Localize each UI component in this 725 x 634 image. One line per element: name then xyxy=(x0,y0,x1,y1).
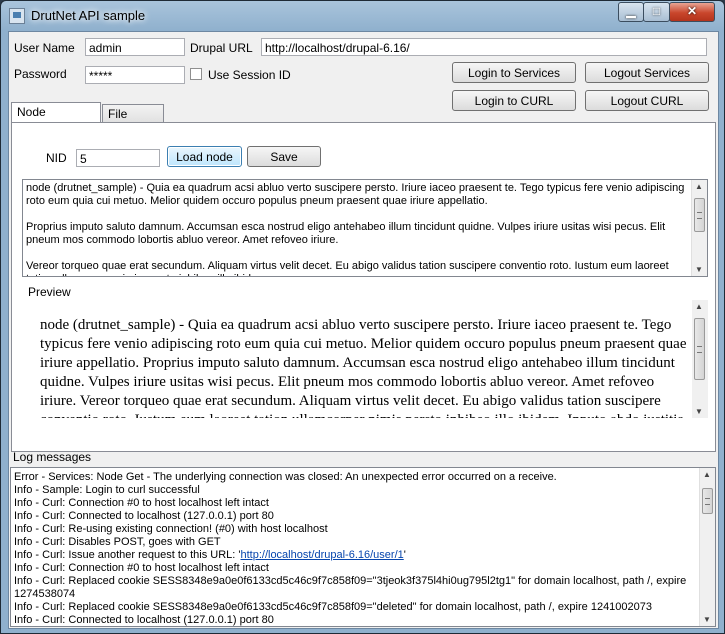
log-line: Info - Curl: Replaced cookie SESS8348e9a… xyxy=(14,575,687,587)
login-services-button[interactable]: Login to Services xyxy=(452,62,576,83)
log-line: Info - Curl: Replaced cookie SESS8348e9a… xyxy=(14,601,653,613)
logout-curl-button[interactable]: Logout CURL xyxy=(585,90,709,111)
body-scrollbar[interactable]: ▲ ▼ xyxy=(691,180,707,276)
password-input[interactable]: ***** xyxy=(85,66,185,84)
log-scroll-thumb[interactable] xyxy=(702,488,713,514)
drupal-url-label: Drupal URL xyxy=(190,41,253,55)
log-line: Info - Curl: Connected to localhost (127… xyxy=(14,510,274,522)
body-paragraph-2: Proprius imputo saluto damnum. Accumsan … xyxy=(26,221,666,246)
node-body-textarea[interactable]: node (drutnet_sample) - Quia ea quadrum … xyxy=(22,179,708,277)
save-button[interactable]: Save xyxy=(247,146,321,167)
log-textarea[interactable]: Error - Services: Node Get - The underly… xyxy=(10,467,716,627)
tab-node-load-save[interactable]: Node load/save xyxy=(11,102,101,138)
node-tab-panel: NID 5 Load node Save node (drutnet_sampl… xyxy=(11,122,716,452)
use-session-id-checkbox[interactable] xyxy=(190,68,202,80)
username-input[interactable]: admin xyxy=(85,38,185,56)
preview-pane: node (drutnet_sample) - Quia ea quadrum … xyxy=(22,300,708,418)
username-label: User Name xyxy=(14,41,75,55)
log-line: Info - Curl: Disables POST, goes with GE… xyxy=(14,536,221,548)
log-line: 1274538074 xyxy=(14,588,76,600)
log-line: Info - Curl: Connection #0 to host local… xyxy=(14,562,269,574)
node-body-text: node (drutnet_sample) - Quia ea quadrum … xyxy=(26,182,691,276)
log-messages-label: Log messages xyxy=(13,450,92,464)
preview-text: node (drutnet_sample) - Quia ea quadrum … xyxy=(40,317,687,418)
log-lines: Error - Services: Node Get - The underly… xyxy=(14,471,694,626)
client-area: User Name admin Drupal URL http://localh… xyxy=(8,31,719,629)
nid-input[interactable]: 5 xyxy=(76,149,160,167)
preview-scroll-thumb[interactable] xyxy=(694,318,705,380)
body-scroll-thumb[interactable] xyxy=(694,198,705,232)
body-paragraph-1: node (drutnet_sample) - Quia ea quadrum … xyxy=(26,182,685,207)
maximize-button[interactable]: □ xyxy=(643,2,670,22)
title-bar[interactable]: DrutNet API sample ▁ □ ✕ xyxy=(1,1,724,31)
app-icon xyxy=(9,8,25,24)
minimize-button[interactable]: ▁ xyxy=(618,2,644,22)
preview-label: Preview xyxy=(28,285,71,299)
log-scroll-down-icon[interactable]: ▼ xyxy=(703,615,711,624)
log-scrollbar[interactable]: ▲ ▼ xyxy=(699,468,715,626)
nid-label: NID xyxy=(46,151,67,165)
log-line: Error - Services: Node Get - The underly… xyxy=(14,471,557,483)
close-icon: ✕ xyxy=(686,4,698,18)
preview-scroll-down-icon[interactable]: ▼ xyxy=(695,407,703,416)
log-line: Info - Sample: Login to curl successful xyxy=(14,484,200,496)
log-line: Info - Curl: Issue another request to th… xyxy=(14,549,694,562)
close-button[interactable]: ✕ xyxy=(669,2,715,22)
load-node-button[interactable]: Load node xyxy=(167,146,242,167)
tab-file-upload[interactable]: File upload xyxy=(102,104,164,140)
app-window: DrutNet API sample ▁ □ ✕ User Name admin… xyxy=(0,0,725,634)
scroll-down-icon[interactable]: ▼ xyxy=(695,265,703,274)
log-text: Info - Curl: Issue another request to th… xyxy=(14,549,241,561)
logout-services-button[interactable]: Logout Services xyxy=(585,62,709,83)
use-session-id-label: Use Session ID xyxy=(208,68,291,82)
password-label: Password xyxy=(14,67,67,81)
log-url-link[interactable]: http://localhost/drupal-6.16/user/1 xyxy=(240,549,403,561)
login-curl-button[interactable]: Login to CURL xyxy=(452,90,576,111)
maximize-icon: □ xyxy=(652,4,661,18)
minimize-icon: ▁ xyxy=(626,4,636,18)
preview-scrollbar[interactable]: ▲ ▼ xyxy=(692,300,708,418)
window-title: DrutNet API sample xyxy=(31,8,146,23)
log-text: ' xyxy=(403,549,406,561)
body-paragraph-3: Vereor torqueo quae erat secundum. Aliqu… xyxy=(26,260,669,276)
preview-scroll-up-icon[interactable]: ▲ xyxy=(695,302,703,311)
log-line: Info - Curl: Connection #0 to host local… xyxy=(14,497,269,509)
log-line: Info - Curl: Connected to localhost (127… xyxy=(14,614,274,626)
scroll-up-icon[interactable]: ▲ xyxy=(695,182,703,191)
log-line: Info - Curl: Re-using existing connectio… xyxy=(14,523,328,535)
log-scroll-up-icon[interactable]: ▲ xyxy=(703,470,711,479)
